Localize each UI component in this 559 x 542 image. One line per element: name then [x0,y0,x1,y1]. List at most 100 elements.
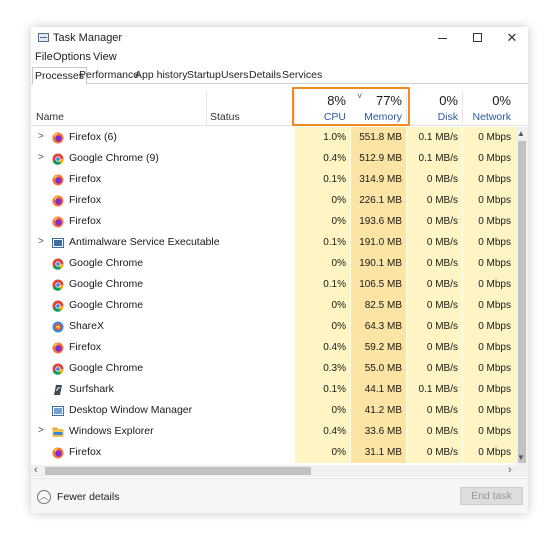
horizontal-scrollbar[interactable]: ‹ › [31,464,528,477]
cpu-value: 0.4% [323,426,346,437]
end-task-button[interactable]: End task [460,487,523,505]
fewer-details-link[interactable]: Fewer details [57,491,119,503]
table-row[interactable]: Desktop Window Manager 0% 41.2 MB 0 MB/s 0 M… [31,400,516,421]
table-row[interactable]: Google Chrome 0% 190.1 MB 0 MB/s 0 Mbps [31,253,516,274]
tab-performance[interactable]: Performance [79,67,139,84]
table-row[interactable]: > Google Chrome (9) 0.4% 512.9 MB 0.1 MB/s 0 … [31,148,516,169]
network-value: 0 Mbps [478,279,511,290]
memory-cell: 226.1 MB [351,190,406,211]
process-name: Windows Explorer [69,425,154,437]
expand-chevron-icon[interactable]: > [38,236,44,247]
minimize-button[interactable] [427,29,457,47]
memory-value: 193.6 MB [359,216,402,227]
chrome-icon [52,279,64,291]
table-row[interactable]: Google Chrome 0% 82.5 MB 0 MB/s 0 Mbps [31,295,516,316]
disk-value: 0.1 MB/s [418,132,458,143]
disk-cell: 0 MB/s [407,400,462,421]
network-percent[interactable]: 0% [463,93,511,108]
tab-startup[interactable]: Startup [187,67,221,84]
scroll-down-icon[interactable]: ▼ [517,453,525,462]
disk-value: 0 MB/s [426,258,458,269]
cpu-cell: 0.1% [295,169,350,190]
table-row[interactable]: Firefox 0.1% 314.9 MB 0 MB/s 0 Mbps [31,169,516,190]
memory-value: 512.9 MB [359,153,402,164]
vertical-scrollbar[interactable]: ▲ ▼ [516,127,528,465]
disk-cell: 0 MB/s [407,337,462,358]
table-row[interactable]: Google Chrome 0.3% 55.0 MB 0 MB/s 0 Mbps [31,358,516,379]
process-name: Firefox (6) [69,131,117,143]
table-row[interactable]: Firefox 0.4% 59.2 MB 0 MB/s 0 Mbps [31,337,516,358]
cpu-cell: 0.1% [295,274,350,295]
disk-value: 0 MB/s [426,342,458,353]
disk-value: 0 MB/s [426,426,458,437]
network-cell: 0 Mbps [463,337,516,358]
disk-cell: 0 MB/s [407,442,462,463]
column-disk[interactable]: Disk [407,111,458,123]
table-row[interactable]: ShareX 0% 64.3 MB 0 MB/s 0 Mbps [31,316,516,337]
maximize-button[interactable] [462,29,492,47]
cpu-cell: 0% [295,316,350,337]
expand-chevron-icon[interactable]: > [38,152,44,163]
memory-cell: 55.0 MB [351,358,406,379]
expand-chevron-icon[interactable]: > [38,131,44,142]
cpu-value: 1.0% [323,132,346,143]
footer-bar: ︿ Fewer details End task [31,478,528,513]
memory-value: 191.0 MB [359,237,402,248]
menu-file[interactable]: File [35,51,53,63]
table-row[interactable]: Google Chrome 0.1% 106.5 MB 0 MB/s 0 Mbps [31,274,516,295]
tab-details[interactable]: Details [249,67,281,84]
disk-cell: 0 MB/s [407,316,462,337]
network-cell: 0 Mbps [463,190,516,211]
memory-value: 226.1 MB [359,195,402,206]
table-row[interactable]: Firefox 0% 226.1 MB 0 MB/s 0 Mbps [31,190,516,211]
expand-chevron-icon[interactable]: > [38,425,44,436]
disk-value: 0.1 MB/s [418,384,458,395]
memory-value: 59.2 MB [364,342,402,353]
tab-services[interactable]: Services [282,67,322,84]
table-row[interactable]: > Windows Explorer 0.4% 33.6 MB 0 MB/s 0 Mbps [31,421,516,442]
cpu-value: 0.4% [323,342,346,353]
table-row[interactable]: Firefox 0% 193.6 MB 0 MB/s 0 Mbps [31,211,516,232]
tab-users[interactable]: Users [221,67,248,84]
column-network[interactable]: Network [463,111,511,123]
table-row[interactable]: Surfshark 0.1% 44.1 MB 0.1 MB/s 0 Mbps [31,379,516,400]
firefox-icon [52,174,64,186]
horizontal-scroll-thumb[interactable] [45,467,311,475]
disk-percent[interactable]: 0% [407,93,458,108]
network-value: 0 Mbps [478,258,511,269]
scroll-right-icon[interactable]: › [508,464,512,476]
cpu-value: 0.1% [323,279,346,290]
tab-app-history[interactable]: App history [135,67,188,84]
disk-value: 0 MB/s [426,174,458,185]
table-row[interactable]: Firefox 0% 31.1 MB 0 MB/s 0 Mbps [31,442,516,463]
firefox-icon [52,132,64,144]
cpu-cell: 0% [295,253,350,274]
menu-options[interactable]: Options [53,51,91,63]
memory-cell: 314.9 MB [351,169,406,190]
column-name[interactable]: Name [36,111,64,123]
scroll-left-icon[interactable]: ‹ [34,464,38,476]
firefox-icon [52,195,64,207]
memory-cell: 44.1 MB [351,379,406,400]
cpu-value: 0.1% [323,237,346,248]
menu-view[interactable]: View [93,51,117,63]
process-name: Firefox [69,215,102,227]
table-row[interactable]: > Antimalware Service Executable 0.1% 191.0… [31,232,516,253]
cpu-cell: 0% [295,442,350,463]
process-name: Google Chrome [69,299,144,311]
network-cell: 0 Mbps [463,421,516,442]
cpu-cell: 0.1% [295,232,350,253]
vertical-scroll-thumb[interactable] [518,141,526,463]
table-row[interactable]: > Firefox (6) 1.0% 551.8 MB 0.1 MB/s 0 Mbps [31,127,516,148]
network-value: 0 Mbps [478,237,511,248]
close-button[interactable]: ✕ [497,29,527,47]
memory-cell: 59.2 MB [351,337,406,358]
firefox-icon [52,447,64,459]
disk-cell: 0 MB/s [407,190,462,211]
scroll-up-icon[interactable]: ▲ [517,129,525,138]
network-value: 0 Mbps [478,405,511,416]
memory-value: 106.5 MB [359,279,402,290]
memory-value: 41.2 MB [364,405,402,416]
chevron-up-circle-icon[interactable]: ︿ [37,490,51,504]
column-status[interactable]: Status [210,111,240,123]
